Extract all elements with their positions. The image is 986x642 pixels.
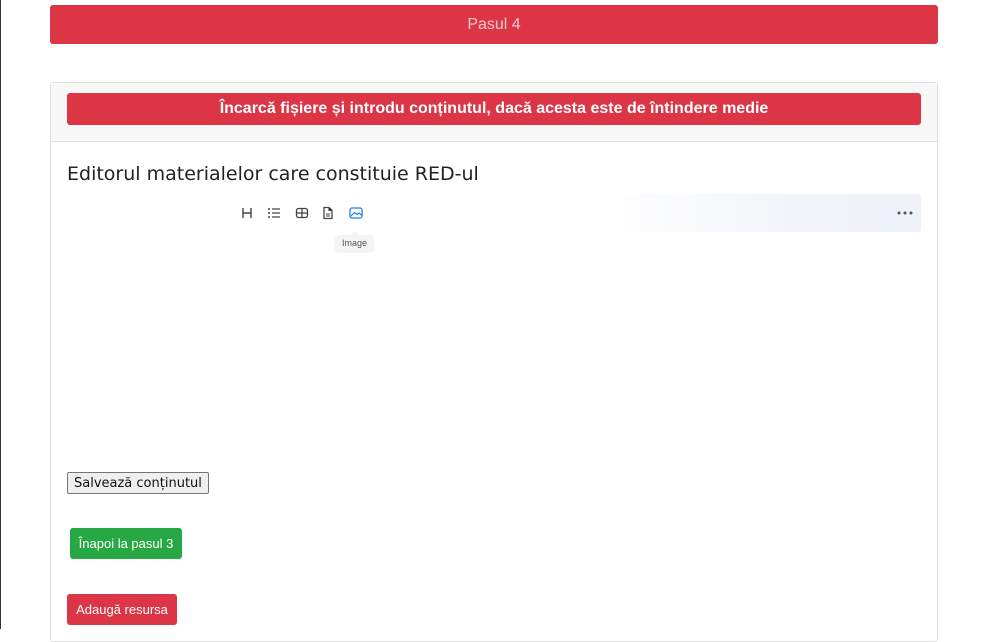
table-icon[interactable]	[294, 205, 310, 221]
back-to-step-3-button[interactable]: Înapoi la pasul 3	[70, 528, 182, 559]
step-banner: Pasul 4	[50, 5, 938, 44]
card-header-title: Încarcă fișiere și introdu conținutul, d…	[67, 93, 921, 125]
heading-icon[interactable]	[239, 205, 255, 221]
file-icon[interactable]	[320, 205, 336, 221]
editor-toolbar	[67, 194, 921, 232]
save-content-button[interactable]: Salvează conținutul	[67, 472, 209, 494]
page-left-border	[0, 0, 1, 629]
editor-title: Editorul materialelor care constituie RE…	[67, 163, 479, 185]
image-icon[interactable]	[348, 205, 364, 221]
step-banner-label: Pasul 4	[467, 15, 521, 33]
more-icon[interactable]	[895, 203, 915, 223]
card-header: Încarcă fișiere și introdu conținutul, d…	[51, 83, 937, 142]
content-card: Încarcă fișiere și introdu conținutul, d…	[50, 82, 938, 642]
image-tooltip: Image	[335, 231, 375, 251]
list-icon[interactable]	[266, 205, 282, 221]
add-resource-button[interactable]: Adaugă resursa	[67, 594, 177, 625]
